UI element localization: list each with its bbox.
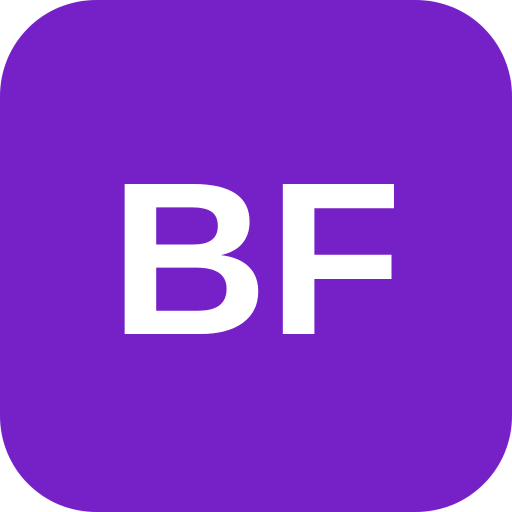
app-icon-initials: BF [110, 138, 402, 381]
app-icon[interactable]: BF [0, 0, 512, 512]
app-icon-monogram: BF [110, 138, 402, 381]
